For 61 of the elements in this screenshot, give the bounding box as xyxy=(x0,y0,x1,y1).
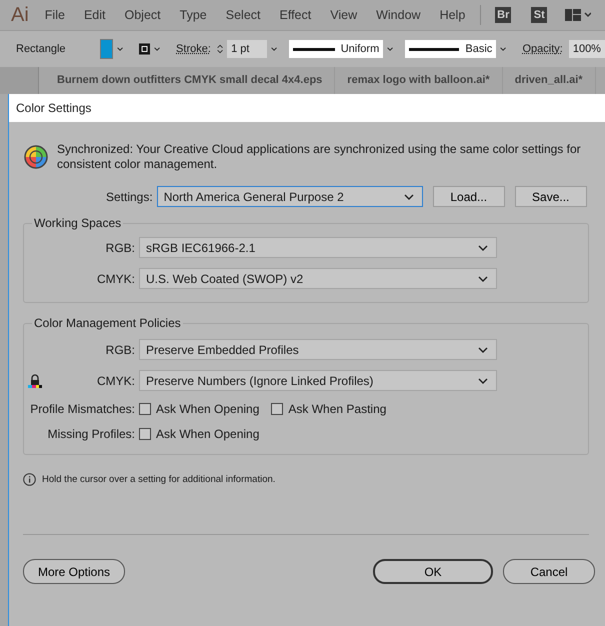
policy-dropdown[interactable]: Preserve Numbers (Ignore Linked Profiles) xyxy=(139,370,497,391)
group-title: Color Management Policies xyxy=(32,316,183,330)
info-icon xyxy=(23,473,36,486)
brush-dropdown[interactable]: Basic xyxy=(405,40,496,58)
menu-item[interactable]: Select xyxy=(226,8,260,22)
info-text: Hold the cursor over a setting for additional information. xyxy=(42,474,276,485)
settings-label: Settings: xyxy=(106,190,153,204)
checkbox[interactable] xyxy=(139,402,151,414)
menu-item[interactable]: View xyxy=(330,8,358,22)
sync-message: Synchronized: Your Creative Cloud applications are synchronized using the same color settings for consistent color management. xyxy=(57,142,582,172)
menu-item[interactable]: Help xyxy=(440,8,466,22)
workspace-icon[interactable] xyxy=(565,9,592,21)
field-label: RGB: xyxy=(104,240,135,254)
checkbox-label: Ask When Opening xyxy=(156,426,260,440)
settings-dropdown[interactable]: North America General Purpose 2 xyxy=(156,186,423,207)
cancel-button[interactable]: Cancel xyxy=(503,559,595,584)
field-label: RGB: xyxy=(104,342,135,356)
profile-dropdown[interactable]: U.S. Web Coated (SWOP) v2 xyxy=(139,268,497,289)
checkbox[interactable] xyxy=(139,428,151,440)
field-label: Profile Mismatches: xyxy=(29,402,135,416)
opacity-field[interactable]: 100% xyxy=(568,40,605,58)
ok-button[interactable]: OK xyxy=(373,559,493,584)
caret-icon xyxy=(404,194,414,200)
document-tab[interactable]: driven_all.ai* xyxy=(502,67,596,94)
menu-item[interactable]: File xyxy=(44,8,65,22)
menu-item[interactable]: Type xyxy=(180,8,207,22)
stroke-label: Stroke: xyxy=(176,43,211,55)
caret-icon[interactable] xyxy=(271,46,278,52)
save-button[interactable]: Save... xyxy=(514,186,587,207)
fill-swatch[interactable] xyxy=(100,39,113,59)
app-button[interactable]: Br xyxy=(495,7,512,23)
field-label: Missing Profiles: xyxy=(46,426,135,440)
caret-icon[interactable] xyxy=(500,46,506,52)
more-options-button[interactable]: More Options xyxy=(23,559,126,584)
menu-item[interactable]: Window xyxy=(376,8,421,22)
field-label: CMYK: xyxy=(96,374,135,388)
checkbox-label: Ask When Opening xyxy=(156,402,260,416)
checkbox[interactable] xyxy=(271,402,284,414)
stroke-profile-dropdown[interactable]: Uniform xyxy=(289,40,384,58)
caret-icon[interactable] xyxy=(116,46,123,52)
color-wheel-icon xyxy=(23,144,49,170)
caret-icon xyxy=(478,276,488,282)
field-label: CMYK: xyxy=(96,272,135,286)
opacity-label: Opacity: xyxy=(522,43,563,55)
policy-dropdown[interactable]: Preserve Embedded Profiles xyxy=(139,339,497,360)
tool-name: Rectangle xyxy=(16,43,66,55)
caret-icon[interactable] xyxy=(154,46,160,52)
checkbox-label: Ask When Pasting xyxy=(288,402,386,416)
stroke-weight-field[interactable]: 1 pt xyxy=(227,40,268,58)
caret-icon xyxy=(478,244,488,250)
load-button[interactable]: Load... xyxy=(432,186,505,207)
menu-item[interactable]: Effect xyxy=(280,8,312,22)
profile-dropdown[interactable]: sRGB IEC61966-2.1 xyxy=(139,237,497,258)
dialog-title: Color Settings xyxy=(9,94,605,122)
caret-icon xyxy=(478,378,488,384)
menu-item[interactable]: Object xyxy=(124,8,161,22)
menu-item[interactable]: Edit xyxy=(84,8,106,22)
caret-icon xyxy=(478,346,488,352)
app-button[interactable]: St xyxy=(531,7,548,23)
caret-icon[interactable] xyxy=(387,46,394,52)
group-title: Working Spaces xyxy=(32,216,124,230)
